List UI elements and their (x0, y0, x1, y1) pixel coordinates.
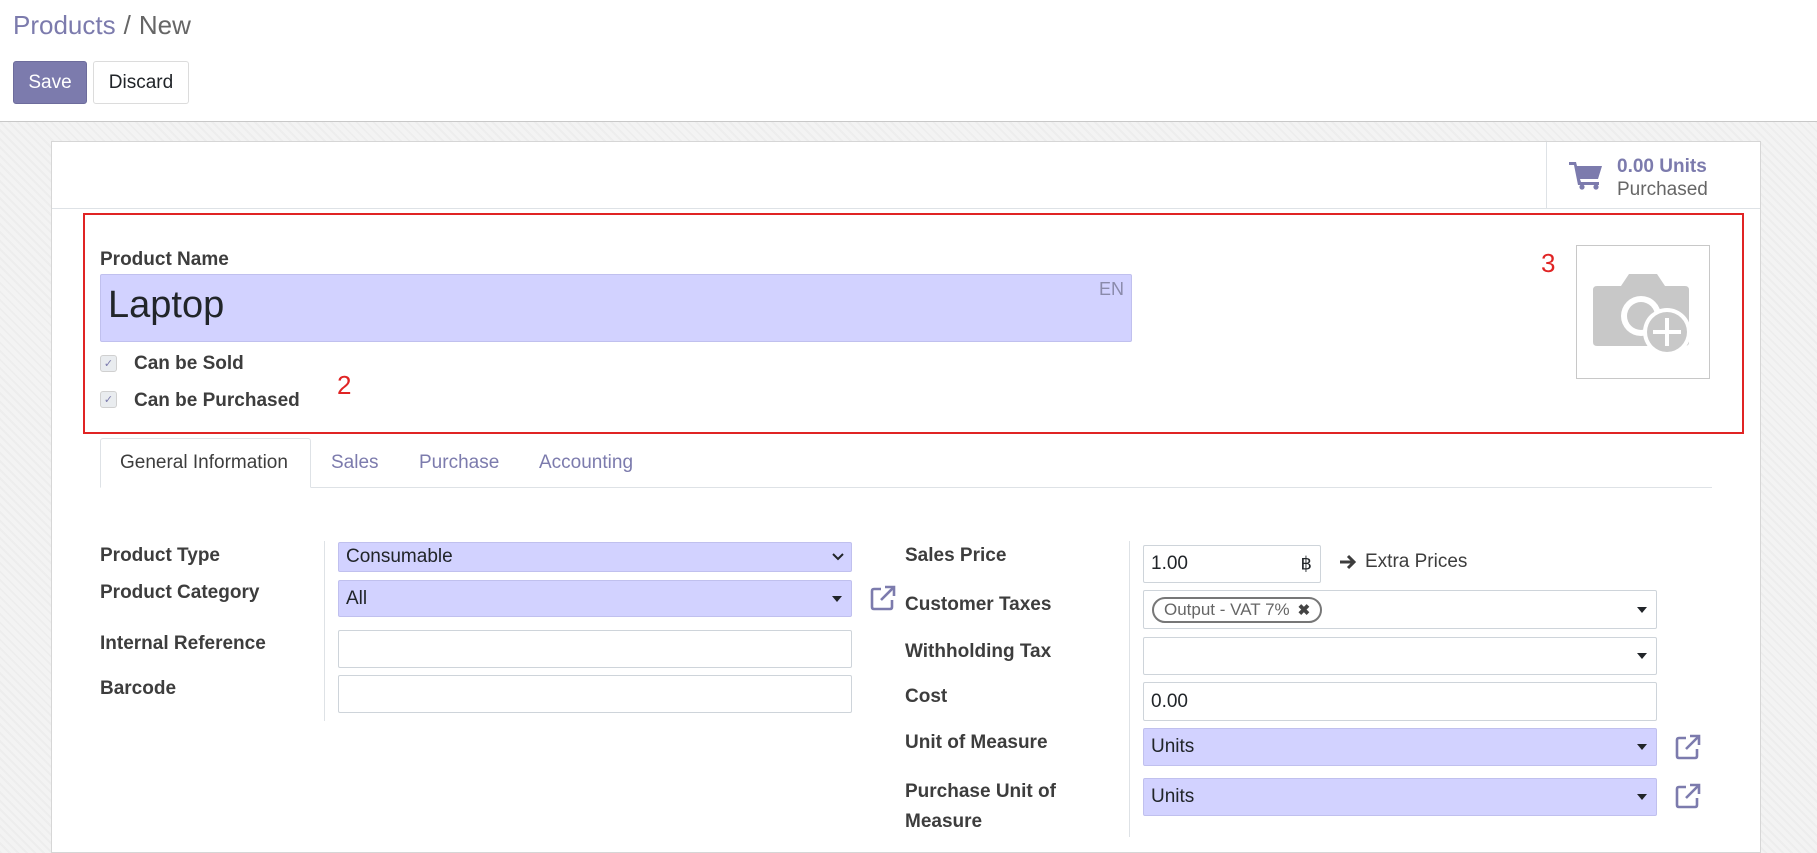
extra-prices-label: Extra Prices (1365, 551, 1468, 572)
customer-taxes-label: Customer Taxes (905, 594, 1052, 615)
unit-of-measure-select[interactable]: Units (1143, 728, 1657, 766)
external-link-icon[interactable] (1674, 782, 1702, 815)
product-image-upload[interactable] (1576, 245, 1710, 379)
left-group-separator (324, 541, 325, 721)
save-button[interactable]: Save (13, 61, 87, 104)
external-link-icon[interactable] (1674, 733, 1702, 766)
product-type-select[interactable]: Consumable (338, 542, 852, 572)
barcode-label: Barcode (100, 678, 177, 699)
withholding-tax-select[interactable] (1143, 637, 1657, 675)
customer-taxes-input[interactable]: Output - VAT 7% ✖ (1143, 590, 1657, 629)
arrow-right-icon (1340, 554, 1357, 570)
cost-input[interactable]: 0.00 (1143, 682, 1657, 721)
cost-value: 0.00 (1151, 690, 1188, 712)
annotation-3: 3 (1541, 248, 1556, 278)
caret-down-icon (1637, 794, 1647, 800)
tax-tag: Output - VAT 7% ✖ (1152, 597, 1323, 623)
language-button[interactable]: EN (1099, 279, 1124, 300)
unit-of-measure-label: Unit of Measure (905, 732, 1048, 753)
product-category-value: All (346, 587, 368, 609)
chevron-down-icon (832, 553, 844, 561)
tab-purchase[interactable]: Purchase (400, 438, 518, 488)
can-be-purchased-checkbox[interactable]: ✓ (100, 391, 117, 408)
purchased-smart-button[interactable]: 0.00 Units Purchased (1546, 142, 1760, 208)
purchased-value: 0.00 Units (1617, 156, 1707, 177)
can-be-sold-checkbox[interactable]: ✓ (100, 355, 117, 372)
smart-button-box: 0.00 Units Purchased (52, 142, 1760, 209)
cart-icon (1569, 160, 1603, 195)
product-name-input[interactable]: Laptop EN (100, 274, 1132, 342)
product-category-label: Product Category (100, 582, 260, 603)
sales-price-label: Sales Price (905, 545, 1007, 566)
external-link-icon[interactable] (869, 584, 897, 617)
caret-down-icon (1637, 606, 1647, 613)
product-type-value: Consumable (346, 546, 453, 567)
tax-tag-label: Output - VAT 7% (1164, 600, 1290, 619)
purchase-uom-label-line2: Measure (905, 811, 983, 832)
can-be-sold-label: Can be Sold (134, 353, 244, 374)
discard-button[interactable]: Discard (93, 61, 189, 104)
caret-down-icon (832, 595, 842, 602)
can-be-purchased-label: Can be Purchased (134, 390, 300, 411)
breadcrumb-products-link[interactable]: Products (13, 10, 116, 40)
control-panel: Products / New Save Discard (0, 0, 1817, 122)
internal-reference-input[interactable] (338, 630, 852, 668)
purchased-label: Purchased (1617, 179, 1708, 200)
product-type-label: Product Type (100, 545, 220, 566)
purchase-unit-of-measure-select[interactable]: Units (1143, 778, 1657, 816)
currency-symbol: ฿ (1300, 553, 1312, 574)
right-group-separator (1129, 541, 1130, 837)
product-category-select[interactable]: All (338, 580, 852, 617)
caret-down-icon (1637, 744, 1647, 750)
breadcrumb-current: New (138, 10, 191, 40)
caret-down-icon (1637, 653, 1647, 659)
camera-plus-icon (1593, 274, 1691, 356)
cost-label: Cost (905, 686, 948, 707)
purchase-unit-of-measure-value: Units (1151, 786, 1195, 807)
breadcrumb: Products / New (13, 10, 191, 41)
remove-tag-icon[interactable]: ✖ (1298, 601, 1311, 619)
tab-sales[interactable]: Sales (312, 438, 398, 488)
breadcrumb-separator: / (123, 10, 131, 40)
tab-general-information[interactable]: General Information (100, 438, 311, 488)
sales-price-value: 1.00 (1151, 553, 1188, 574)
purchase-uom-label-line1: Purchase Unit of (905, 781, 1056, 802)
product-name-label: Product Name (100, 249, 229, 270)
extra-prices-button[interactable]: Extra Prices (1339, 551, 1467, 573)
product-name-value: Laptop (108, 284, 225, 326)
sales-price-input[interactable]: 1.00 ฿ (1143, 545, 1321, 583)
unit-of-measure-value: Units (1151, 736, 1195, 757)
annotation-2: 2 (337, 370, 352, 400)
internal-reference-label: Internal Reference (100, 633, 266, 654)
barcode-input[interactable] (338, 675, 852, 713)
withholding-tax-label: Withholding Tax (905, 641, 1052, 662)
tab-accounting[interactable]: Accounting (520, 438, 652, 488)
